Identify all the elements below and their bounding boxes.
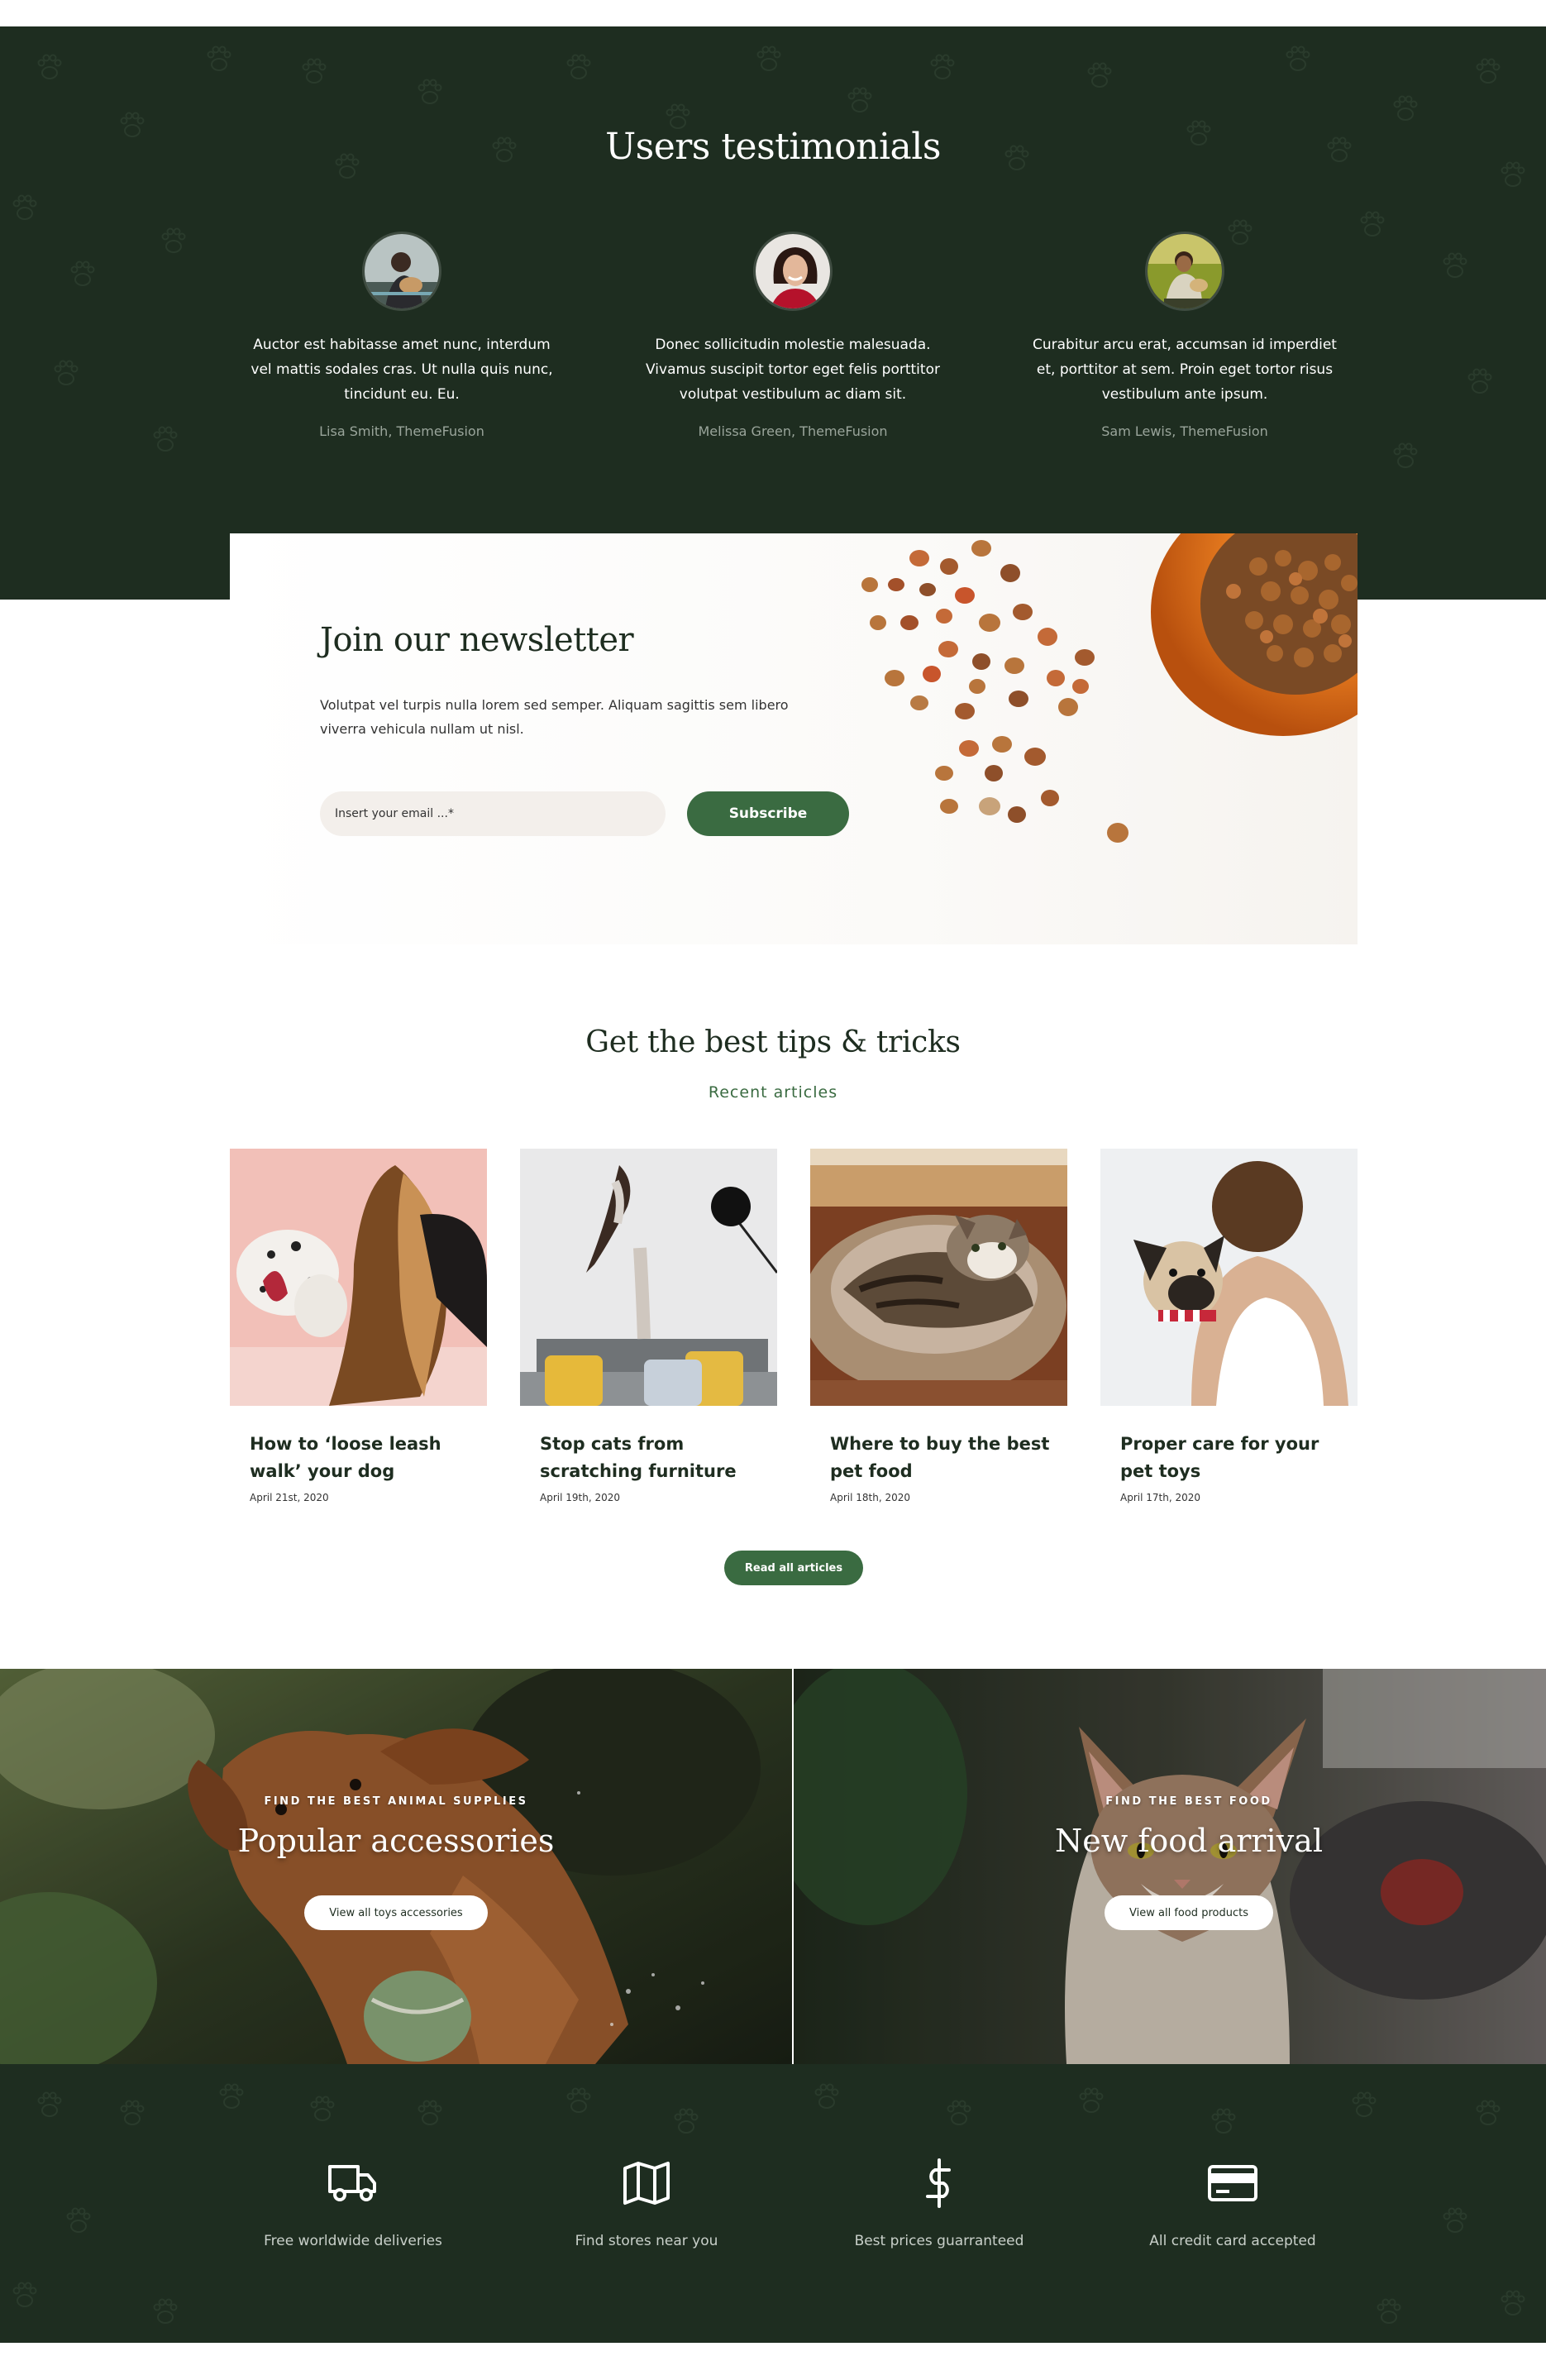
blog-subtitle: Recent articles	[708, 1083, 838, 1102]
newsletter-title: Join our newsletter	[320, 621, 634, 659]
article-image[interactable]	[1100, 1149, 1358, 1406]
testimonial-author: Sam Lewis, ThemeFusion	[1101, 423, 1268, 439]
article-title[interactable]: Where to buy the best pet food	[830, 1431, 1053, 1485]
article-title[interactable]: Stop cats from scratching furniture	[540, 1431, 763, 1485]
avatar	[362, 232, 441, 311]
testimonial-quote: Auctor est habitasse amet nunc, interdum…	[251, 337, 553, 403]
feature-item: All credit card accepted	[1100, 2157, 1365, 2249]
promo-content: FIND THE BEST FOOD New food arrival View…	[794, 1795, 1546, 1930]
pet-food-image	[861, 533, 1358, 843]
view-toys-accessories-button[interactable]: View all toys accessories	[304, 1895, 488, 1930]
testimonial-card: Donec sollicitudin molestie malesuada. V…	[640, 232, 946, 439]
article-image[interactable]	[230, 1149, 487, 1406]
promo-kicker: FIND THE BEST FOOD	[1105, 1795, 1272, 1808]
read-all-articles-button[interactable]: Read all articles	[724, 1551, 863, 1585]
email-field[interactable]	[320, 791, 666, 836]
article-date: April 21st, 2020	[250, 1492, 329, 1503]
map-icon	[623, 2162, 670, 2205]
promo-title: Popular accessories	[237, 1823, 555, 1859]
article-card[interactable]: How to ‘loose leash walk’ your dog April…	[230, 1149, 487, 1503]
promo-title: New food arrival	[1055, 1823, 1323, 1859]
article-date: April 17th, 2020	[1120, 1492, 1200, 1503]
testimonial-quote: Curabitur arcu erat, accumsan id imperdi…	[1033, 337, 1337, 403]
article-date: April 19th, 2020	[540, 1492, 620, 1503]
feature-label: All credit card accepted	[1149, 2233, 1316, 2249]
newsletter-section: Join our newsletter Volutpat vel turpis …	[230, 533, 1358, 944]
truck-icon	[328, 2165, 376, 2201]
feature-item: Find stores near you	[514, 2157, 779, 2249]
promo-content: FIND THE BEST ANIMAL SUPPLIES Popular ac…	[0, 1795, 792, 1930]
feature-label: Find stores near you	[575, 2233, 718, 2249]
promo-banner-accessories: FIND THE BEST ANIMAL SUPPLIES Popular ac…	[0, 1669, 792, 2064]
testimonials-title: Users testimonials	[605, 126, 941, 168]
article-image[interactable]	[520, 1149, 777, 1406]
testimonial-author: Melissa Green, ThemeFusion	[698, 423, 888, 439]
view-food-products-button[interactable]: View all food products	[1105, 1895, 1273, 1930]
avatar	[1145, 232, 1224, 311]
article-card[interactable]: Proper care for your pet toys April 17th…	[1100, 1149, 1358, 1503]
article-title[interactable]: Proper care for your pet toys	[1120, 1431, 1343, 1485]
avatar	[753, 232, 833, 311]
dollar-icon	[926, 2158, 951, 2208]
promo-kicker: FIND THE BEST ANIMAL SUPPLIES	[264, 1795, 528, 1808]
article-image[interactable]	[810, 1149, 1067, 1406]
feature-label: Best prices guarranteed	[854, 2233, 1024, 2249]
promo-banner-food: FIND THE BEST FOOD New food arrival View…	[794, 1669, 1546, 2064]
feature-label: Free worldwide deliveries	[264, 2233, 442, 2249]
testimonial-author: Lisa Smith, ThemeFusion	[319, 423, 484, 439]
testimonials-section: Users testimonials Auctor est habitasse …	[0, 26, 1546, 600]
blog-title: Get the best tips & tricks	[585, 1025, 961, 1059]
article-card[interactable]: Stop cats from scratching furniture Apri…	[520, 1149, 777, 1503]
feature-item: Best prices guarranteed	[807, 2157, 1071, 2249]
article-card[interactable]: Where to buy the best pet food April 18t…	[810, 1149, 1067, 1503]
article-title[interactable]: How to ‘loose leash walk’ your dog	[250, 1431, 473, 1485]
newsletter-description: Volutpat vel turpis nulla lorem sed semp…	[320, 697, 789, 737]
testimonial-card: Auctor est habitasse amet nunc, interdum…	[249, 232, 555, 439]
features-section: Free worldwide deliveries Find stores ne…	[0, 2064, 1546, 2343]
feature-item: Free worldwide deliveries	[221, 2157, 485, 2249]
subscribe-button[interactable]: Subscribe	[687, 791, 849, 836]
testimonial-quote: Donec sollicitudin molestie malesuada. V…	[646, 337, 940, 403]
testimonial-card: Curabitur arcu erat, accumsan id imperdi…	[1032, 232, 1338, 439]
credit-card-icon	[1208, 2165, 1257, 2201]
article-date: April 18th, 2020	[830, 1492, 910, 1503]
